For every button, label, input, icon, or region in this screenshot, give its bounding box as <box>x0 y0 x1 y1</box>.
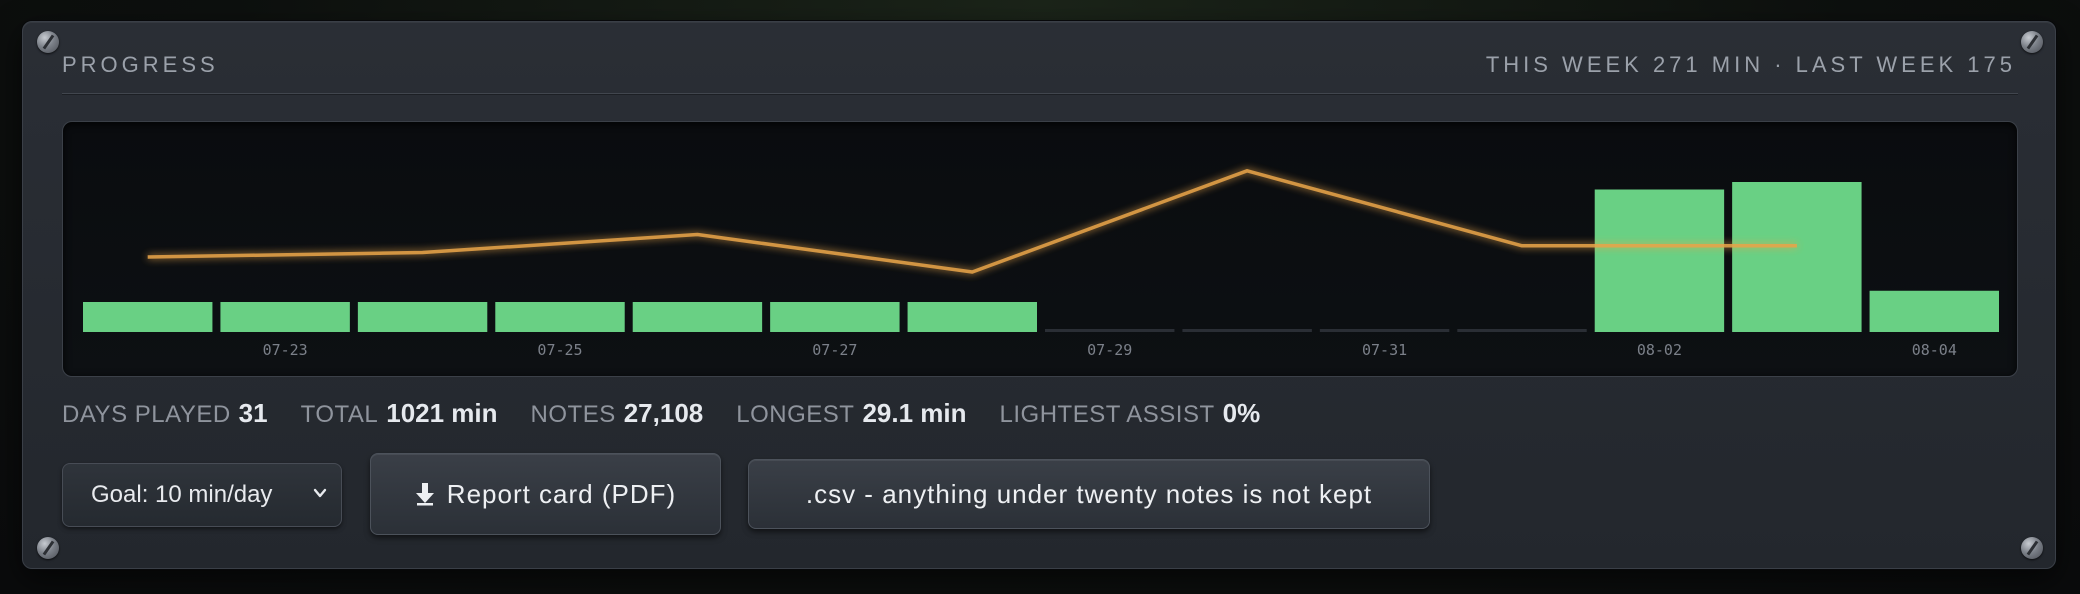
x-tick-label: 08-04 <box>1912 341 1957 359</box>
practice-chart-svg: 07-23 07-25 07-27 07-29 07-31 08-02 08-04 <box>83 169 1999 359</box>
screw-icon <box>37 537 59 559</box>
chart-bar <box>632 302 763 332</box>
chart-bar-empty <box>1045 329 1175 332</box>
x-tick-label: 07-23 <box>263 341 308 359</box>
goal-select-value: Goal: 10 min/day <box>91 481 273 508</box>
stat-notes: NOTES 27,108 <box>531 398 704 429</box>
chevron-down-icon <box>313 488 327 498</box>
stat-days-played: DAYS PLAYED 31 <box>62 398 268 429</box>
report-card-label: Report card (PDF) <box>446 478 677 509</box>
stat-value: 31 <box>238 398 268 428</box>
chart-bar <box>1732 182 1862 332</box>
x-tick-label: 07-25 <box>537 341 582 359</box>
report-card-button[interactable]: Report card (PDF) <box>370 453 721 535</box>
chart-bar <box>770 302 900 332</box>
chart-bar <box>220 302 350 332</box>
screw-icon <box>2021 537 2043 559</box>
weekly-summary: THIS WEEK 271 MIN · LAST WEEK 175 <box>1485 52 2016 77</box>
chart-bar <box>907 302 1037 332</box>
chart-bar-empty <box>1182 329 1312 332</box>
stat-lightest-assist: LIGHTEST ASSIST 0% <box>1000 398 1261 429</box>
stat-value: 1021 min <box>386 398 498 428</box>
stat-longest: LONGEST 29.1 min <box>736 398 966 429</box>
trend-line <box>147 169 1797 274</box>
stat-total: TOTAL 1021 min <box>301 398 498 429</box>
x-tick-label: 08-02 <box>1637 341 1682 359</box>
stat-value: 0% <box>1222 398 1261 428</box>
chart-bar-empty <box>1319 329 1450 332</box>
stat-value: 27,108 <box>623 398 704 428</box>
stat-label: TOTAL <box>300 401 379 428</box>
chart-bar <box>83 302 213 332</box>
stat-label: DAYS PLAYED <box>62 401 231 428</box>
csv-export-label: .csv - anything under twenty notes is no… <box>805 478 1373 509</box>
goal-select[interactable]: Goal: 10 min/day <box>62 463 342 527</box>
stat-value: 29.1 min <box>862 398 967 428</box>
panel-title: PROGRESS <box>62 52 219 77</box>
stat-label: NOTES <box>530 401 616 428</box>
chart-bar <box>1869 290 1999 332</box>
x-tick-label: 07-29 <box>1087 341 1132 359</box>
download-icon <box>415 483 434 506</box>
screw-icon <box>2021 31 2043 53</box>
stat-label: LONGEST <box>736 401 855 428</box>
x-tick-label: 07-31 <box>1362 341 1407 359</box>
chart-bar-empty <box>1457 329 1587 332</box>
screw-icon <box>37 31 59 53</box>
stats-row: DAYS PLAYED 31 TOTAL 1021 min NOTES 27,1… <box>62 398 1293 429</box>
x-tick-label: 07-27 <box>812 341 857 359</box>
practice-chart: 07-23 07-25 07-27 07-29 07-31 08-02 08-04 <box>62 121 2018 377</box>
header-divider <box>62 93 2018 94</box>
chart-bar <box>1594 189 1725 332</box>
chart-bar <box>495 302 625 332</box>
stat-label: LIGHTEST ASSIST <box>999 401 1215 428</box>
chart-bar <box>357 302 488 332</box>
csv-export-button[interactable]: .csv - anything under twenty notes is no… <box>748 459 1430 529</box>
